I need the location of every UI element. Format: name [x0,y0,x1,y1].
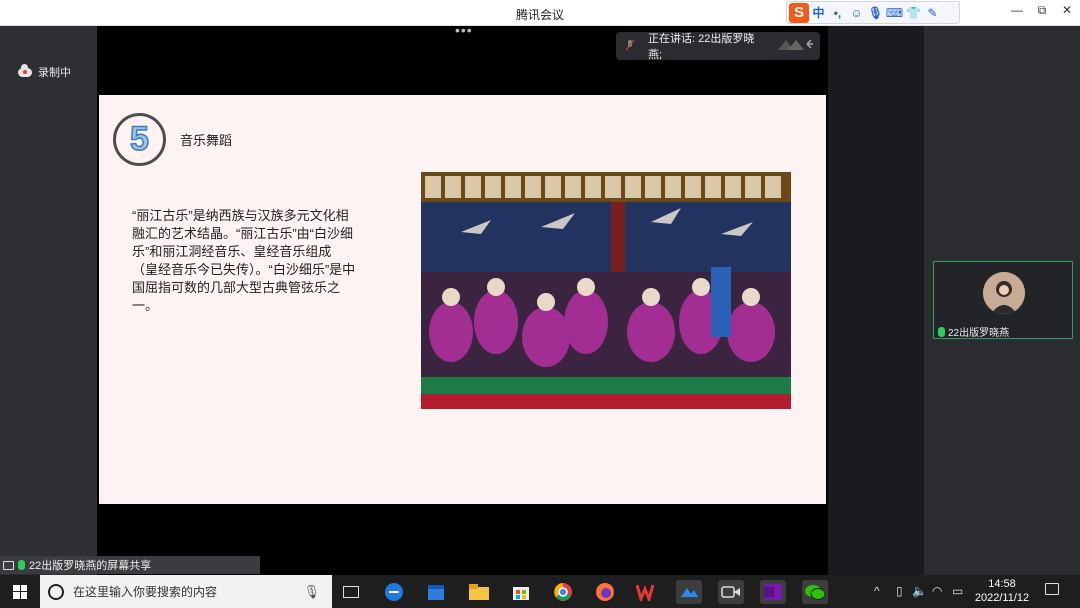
clock-date: 2022/11/12 [974,592,1030,604]
start-button[interactable] [0,575,40,608]
recording-label: 录制中 [38,67,71,79]
screen-share-label: 22出版罗晓燕的屏幕共享 [29,560,152,572]
slide-title: 音乐舞蹈 [180,133,233,148]
mic-active-icon [938,326,945,337]
onenote-icon[interactable] [760,580,786,604]
task-view-icon[interactable] [338,580,364,604]
collapse-icon[interactable] [774,36,814,57]
ime-skin-icon[interactable]: 👕 [904,6,923,20]
more-options-icon[interactable]: ••• [455,23,475,37]
ime-voice-icon[interactable]: 🎙 [866,6,885,20]
wifi-icon[interactable]: ◠ [932,584,942,598]
usb-device-icon[interactable]: ▯ [896,584,903,598]
restore-button[interactable]: ⧉ [1031,3,1053,21]
sogou-logo-icon[interactable]: S [789,2,809,23]
mic-muted-icon [624,39,636,54]
battery-icon[interactable]: ▭ [952,584,963,598]
chrome-icon[interactable] [550,580,576,604]
avatar [983,272,1025,314]
ime-language-toggle[interactable]: 中 [809,4,828,21]
ime-punctuation-icon[interactable]: •, [828,6,847,20]
orchestra-photo [421,172,791,409]
ime-emoji-icon[interactable]: ☺ [847,6,866,20]
ime-toolbar[interactable]: S 中 •, ☺ 🎙 ⌨ 👕 ✎ [786,1,960,24]
file-explorer-icon[interactable] [466,580,492,604]
video-camera-icon[interactable] [718,580,744,604]
speaking-indicator: 正在讲话: 22出版罗晓燕; [616,32,820,61]
notification-center-icon[interactable] [1045,583,1059,595]
windows-logo-icon [13,584,27,599]
participant-name-label: 22出版罗晓燕 [948,328,1010,339]
clock[interactable]: 14:58 2022/11/12 [964,577,1040,605]
title-bar: 腾讯会议 S 中 •, ☺ 🎙 ⌨ 👕 ✎ — ⧉ ✕ [0,0,1080,26]
cortana-icon[interactable] [48,583,64,600]
firefox-icon[interactable] [592,580,618,604]
minimize-button[interactable]: — [1006,3,1028,21]
mic-active-icon [18,560,25,570]
close-button[interactable]: ✕ [1056,3,1078,21]
microphone-icon[interactable]: 🎙 [303,584,320,600]
wps-icon[interactable] [634,580,660,604]
show-hidden-icons-icon[interactable]: ^ [874,584,880,598]
store-icon[interactable] [508,580,534,604]
slide-number-badge: 5 [113,113,166,166]
screen-share-bar: 22出版罗晓燕的屏幕共享 [0,556,260,574]
screen-share-icon [3,560,14,570]
clock-time: 14:58 [988,578,1016,590]
tencent-meeting-icon[interactable] [676,580,702,604]
left-panel: 录制中 [0,26,97,575]
slide-body-text: “丽江古乐”是纳西族与汉族多元文化相融汇的艺术结晶。“丽江古乐”由“白沙细乐”和… [132,208,356,313]
edge-icon[interactable] [381,580,407,604]
ime-keyboard-icon[interactable]: ⌨ [885,6,904,20]
ime-tools-icon[interactable]: ✎ [923,6,942,20]
taskbar-search[interactable]: 在这里输入你要搜索的内容 🎙 [40,575,332,608]
cloud-record-icon [18,63,32,77]
taskbar: 在这里输入你要搜索的内容 🎙 ^ ▯ 🔈 ◠ ▭ 14:58 2022/11/1… [0,575,1080,608]
participant-name: 22出版罗晓燕 [938,324,1009,339]
presentation-slide: 5 音乐舞蹈 “丽江古乐”是纳西族与汉族多元文化相融汇的艺术结晶。“丽江古乐”由… [99,95,826,504]
right-panel [828,26,924,575]
search-placeholder: 在这里输入你要搜索的内容 [73,585,218,599]
recording-indicator[interactable]: 录制中 [18,63,71,80]
volume-icon[interactable]: 🔈 [912,584,927,598]
participant-video-tile[interactable]: 22出版罗晓燕 [933,261,1073,339]
speaking-label: 正在讲话: 22出版罗晓燕; [648,33,755,61]
calendar-icon[interactable] [423,580,449,604]
wechat-icon[interactable] [802,580,828,604]
